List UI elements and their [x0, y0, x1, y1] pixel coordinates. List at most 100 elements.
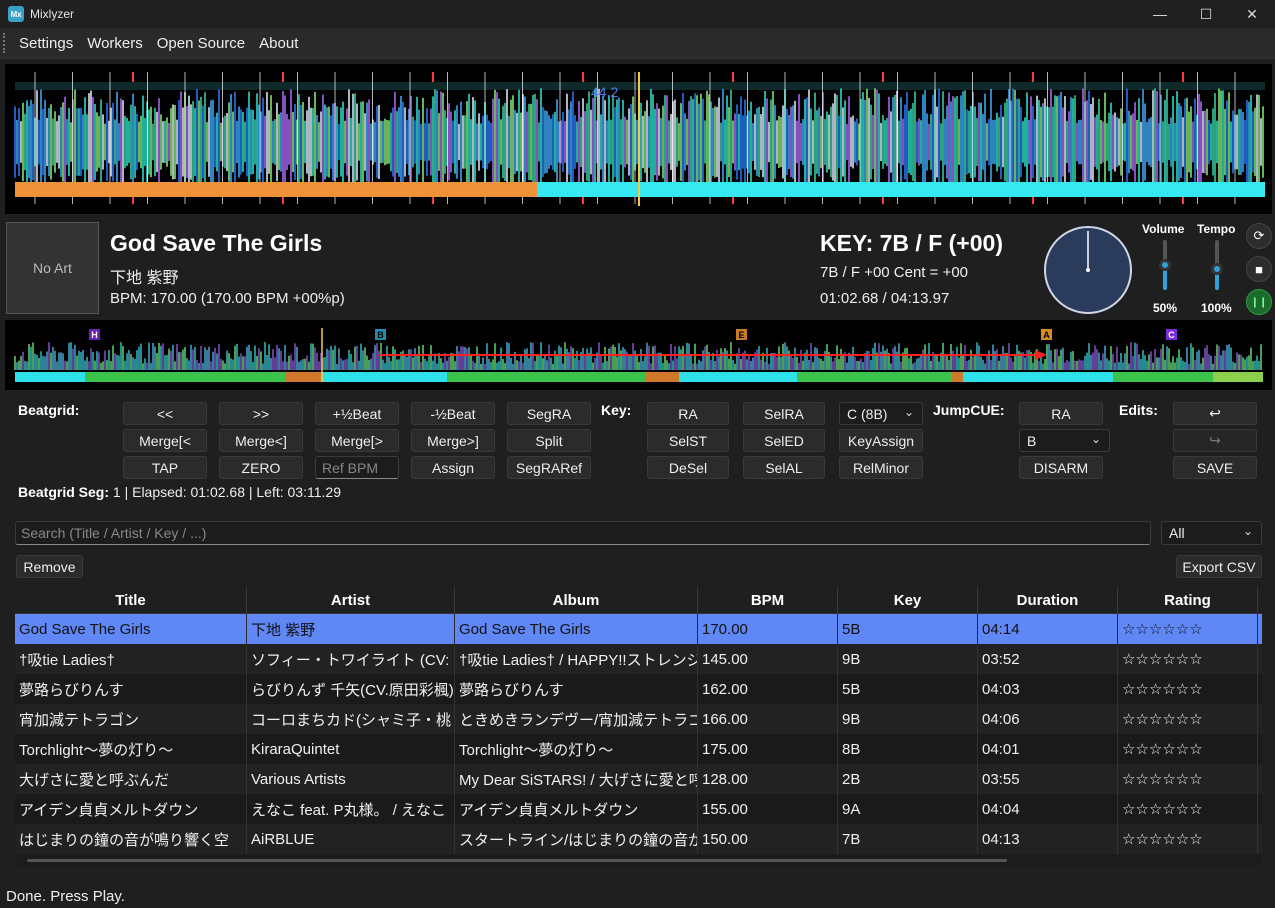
minimize-button[interactable]: — [1137, 0, 1183, 28]
search-input[interactable]: Search (Title / Artist / Key / ...) [15, 521, 1151, 545]
volume-label: Volume [1142, 222, 1185, 236]
cell-artist: ソフィー・トワイライト (CV: [247, 644, 455, 674]
table-row[interactable]: God Save The Girls 下地 紫野 God Save The Girl… [15, 614, 1262, 644]
selst-button[interactable]: SelST [647, 429, 729, 452]
disarm-button[interactable]: DISARM [1019, 456, 1103, 479]
beat-shift-left-button[interactable]: << [123, 402, 207, 425]
track-info-panel: No Art God Save The Girls 下地 紫野 BPM: 170… [0, 218, 1275, 318]
cell-rating: ☆☆☆☆☆☆ [1118, 704, 1258, 734]
volume-slider[interactable] [1155, 240, 1175, 290]
seled-button[interactable]: SelED [743, 429, 825, 452]
close-button[interactable]: ✕ [1229, 0, 1275, 28]
column-header-album[interactable]: Album [455, 587, 698, 614]
minus-half-beat-button[interactable]: -½Beat [411, 402, 495, 425]
cell-artist: KiraraQuintet [247, 734, 455, 764]
reset-button[interactable]: ⟳ [1246, 223, 1272, 249]
album-art-placeholder: No Art [6, 222, 99, 314]
tempo-label: Tempo [1197, 222, 1236, 236]
cell-rating: ☆☆☆☆☆☆ [1118, 824, 1258, 854]
maximize-button[interactable]: ☐ [1183, 0, 1229, 28]
table-row[interactable]: †吸tie Ladies† ソフィー・トワイライト (CV: †吸tie Ladie… [15, 644, 1262, 674]
selal-button[interactable]: SelAL [743, 456, 825, 479]
save-button[interactable]: SAVE [1173, 456, 1257, 479]
merge-left-close-button[interactable]: Merge<] [219, 429, 303, 452]
remove-button[interactable]: Remove [16, 555, 83, 578]
cell-key: 5B [838, 674, 978, 704]
redo-button[interactable]: ↪ [1173, 429, 1257, 452]
cell-rating: ☆☆☆☆☆☆ [1118, 674, 1258, 704]
tempo-slider[interactable] [1207, 240, 1227, 290]
redo-icon: ↪ [1209, 432, 1221, 448]
cue-marker-h[interactable]: H [89, 329, 100, 340]
plus-half-beat-button[interactable]: +½Beat [315, 402, 399, 425]
menu-settings[interactable]: Settings [12, 35, 80, 52]
split-button[interactable]: Split [507, 429, 591, 452]
desel-button[interactable]: DeSel [647, 456, 729, 479]
position-knob[interactable] [1043, 225, 1133, 315]
stop-button[interactable]: ■ [1246, 256, 1272, 282]
zero-button[interactable]: ZERO [219, 456, 303, 479]
undo-button[interactable]: ↩ [1173, 402, 1257, 425]
menu-open-source[interactable]: Open Source [150, 35, 252, 52]
assign-button[interactable]: Assign [411, 456, 495, 479]
table-row[interactable]: 大げさに愛と呼ぶんだ Various Artists My Dear SiSTARS… [15, 764, 1262, 794]
jumpcue-ra-button[interactable]: RA [1019, 402, 1103, 425]
overview-waveform-graphic [14, 328, 1263, 382]
merge-right-close-button[interactable]: Merge>] [411, 429, 495, 452]
table-row[interactable]: Torchlight～夢の灯り～ KiraraQuintet Torchlight～… [15, 734, 1262, 764]
beat-shift-right-button[interactable]: >> [219, 402, 303, 425]
cell-album: ときめきランデヴー/宵加減テトラゴ [455, 704, 698, 734]
tempo-value: 100% [1201, 301, 1232, 315]
cell-duration: 04:13 [978, 824, 1118, 854]
column-header-duration[interactable]: Duration [978, 587, 1118, 614]
key-label: Key: [601, 402, 632, 418]
cell-duration: 04:04 [978, 794, 1118, 824]
cell-artist: 下地 紫野 [247, 614, 455, 644]
toolbar-grip[interactable] [3, 33, 6, 53]
export-csv-button[interactable]: Export CSV [1176, 555, 1262, 578]
merge-right-open-button[interactable]: Merge[> [315, 429, 399, 452]
segra-button[interactable]: SegRA [507, 402, 591, 425]
column-header-key[interactable]: Key [838, 587, 978, 614]
cell-bpm: 175.00 [698, 734, 838, 764]
key-ra-button[interactable]: RA [647, 402, 729, 425]
window-title: Mixlyzer [30, 7, 74, 21]
play-pause-button[interactable]: ❙❙ [1246, 289, 1272, 315]
overview-waveform[interactable]: H B E A C [5, 320, 1272, 390]
main-waveform[interactable]: 44.2 [5, 64, 1272, 214]
key-select[interactable]: C (8B) ⌄ [839, 402, 923, 425]
cue-marker-a[interactable]: A [1041, 329, 1052, 340]
table-row[interactable]: アイデン貞貞メルトダウン えなこ feat. P丸様。 / えなこ アイデン貞貞メル… [15, 794, 1262, 824]
table-row[interactable]: はじまりの鐘の音が鳴り響く空 AiRBLUE スタートライン/はじまりの鐘の音が 15… [15, 824, 1262, 854]
cue-marker-b[interactable]: B [375, 329, 386, 340]
cell-title: 夢路らびりんす [15, 674, 247, 704]
jumpcue-select[interactable]: B ⌄ [1019, 429, 1110, 452]
menu-about[interactable]: About [252, 35, 305, 52]
relminor-button[interactable]: RelMinor [839, 456, 923, 479]
table-row[interactable]: 夢路らびりんす らびりんず 千矢(CV.原田彩楓) 夢路らびりんす 162.00 5B 0… [15, 674, 1262, 704]
cell-duration: 03:52 [978, 644, 1118, 674]
tap-button[interactable]: TAP [123, 456, 207, 479]
main-waveform-graphic [14, 72, 1265, 206]
cell-bpm: 155.00 [698, 794, 838, 824]
cell-title: はじまりの鐘の音が鳴り響く空 [15, 824, 247, 854]
cue-marker-c[interactable]: C [1166, 329, 1177, 340]
filter-select[interactable]: All ⌄ [1161, 521, 1262, 545]
segraref-button[interactable]: SegRARef [507, 456, 591, 479]
track-bpm: BPM: 170.00 (170.00 BPM +00%p) [110, 290, 345, 307]
cue-marker-e[interactable]: E [736, 329, 747, 340]
menu-workers[interactable]: Workers [80, 35, 150, 52]
selra-button[interactable]: SelRA [743, 402, 825, 425]
jumpcue-label: JumpCUE: [933, 402, 1005, 418]
scrollbar-thumb[interactable] [27, 859, 1007, 862]
ref-bpm-input[interactable]: Ref BPM [315, 456, 399, 479]
column-header-title[interactable]: Title [15, 587, 247, 614]
horizontal-scrollbar[interactable] [15, 855, 1262, 866]
cell-artist: AiRBLUE [247, 824, 455, 854]
keyassign-button[interactable]: KeyAssign [839, 429, 923, 452]
column-header-rating[interactable]: Rating [1118, 587, 1258, 614]
column-header-bpm[interactable]: BPM [698, 587, 838, 614]
column-header-artist[interactable]: Artist [247, 587, 455, 614]
merge-left-open-button[interactable]: Merge[< [123, 429, 207, 452]
table-row[interactable]: 宵加減テトラゴン コーロまちカド(シャミ子・桃 ときめきランデヴー/宵加減テトラゴ 1… [15, 704, 1262, 734]
